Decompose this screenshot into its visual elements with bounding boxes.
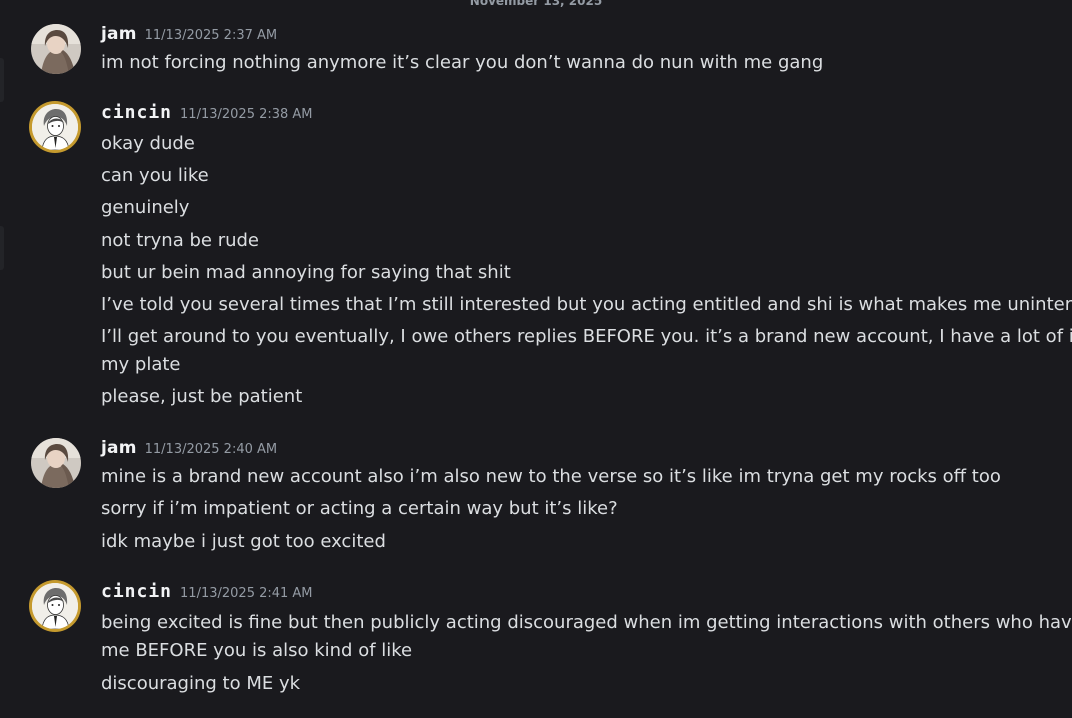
message-header: cincin 11/13/2025 2:41 AM <box>101 581 313 602</box>
message-text: I’ve told you several times that I’m sti… <box>101 294 1072 315</box>
message-text: I’ll get around to you eventually, I owe… <box>101 326 1072 347</box>
avatar-cincin[interactable] <box>29 101 81 153</box>
message-text: sorry if i’m impatient or acting a certa… <box>101 498 618 519</box>
timestamp[interactable]: 11/13/2025 2:37 AM <box>145 28 278 43</box>
message-header: jam 11/13/2025 2:37 AM <box>101 24 277 44</box>
message-header: jam 11/13/2025 2:40 AM <box>101 438 277 458</box>
date-divider: November 13, 2025 <box>0 0 1072 10</box>
message-text: can you like <box>101 165 209 186</box>
chat-view: November 13, 2025 jam 11/13/2025 2:37 AM … <box>0 0 1072 718</box>
message-text: please, just be patient <box>101 386 303 407</box>
message-text: not tryna be rude <box>101 230 260 251</box>
timestamp[interactable]: 11/13/2025 2:38 AM <box>180 107 313 122</box>
username[interactable]: jam <box>101 24 137 44</box>
message-text: im not forcing nothing anymore it’s clea… <box>101 52 824 73</box>
avatar-jam[interactable] <box>31 24 81 74</box>
scroll-edge-marker <box>0 226 4 270</box>
message-text: me BEFORE you is also kind of like <box>101 640 413 661</box>
message-text: discouraging to ME yk <box>101 673 301 694</box>
message-text: but ur bein mad annoying for saying that… <box>101 262 511 283</box>
message-text: my plate <box>101 354 181 375</box>
username[interactable]: jam <box>101 438 137 458</box>
message-text: genuinely <box>101 197 190 218</box>
message-text: okay dude <box>101 133 195 154</box>
timestamp[interactable]: 11/13/2025 2:40 AM <box>145 442 278 457</box>
message-text: mine is a brand new account also i’m als… <box>101 466 1001 487</box>
avatar-jam[interactable] <box>31 438 81 488</box>
username[interactable]: cincin <box>101 102 172 123</box>
message-text: idk maybe i just got too excited <box>101 531 386 552</box>
message-text: being excited is fine but then publicly … <box>101 612 1072 633</box>
avatar-cincin[interactable] <box>29 580 81 632</box>
username[interactable]: cincin <box>101 581 172 602</box>
message-header: cincin 11/13/2025 2:38 AM <box>101 102 313 123</box>
timestamp[interactable]: 11/13/2025 2:41 AM <box>180 586 313 601</box>
date-divider-label: November 13, 2025 <box>469 0 603 8</box>
scroll-edge-marker <box>0 58 4 102</box>
